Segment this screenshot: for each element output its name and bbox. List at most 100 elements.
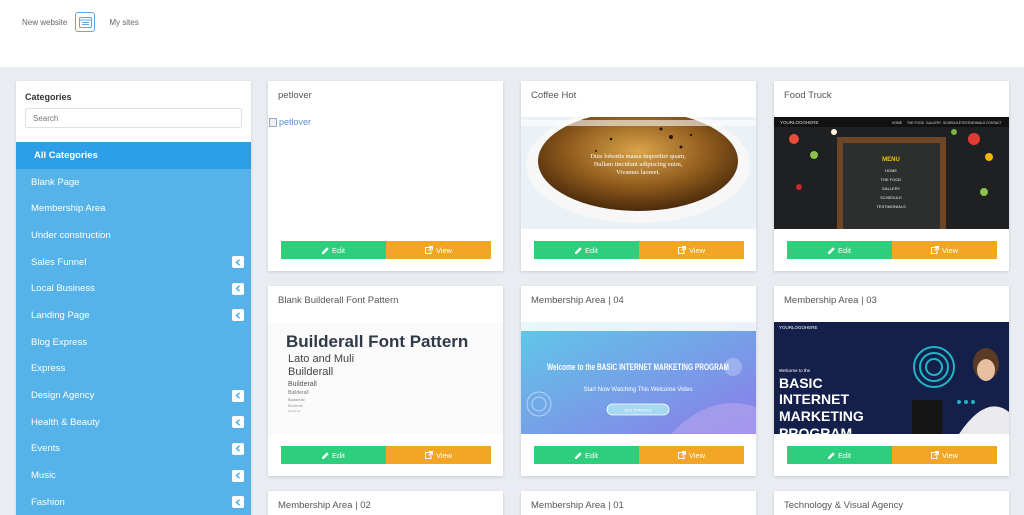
- thumb-heading: Welcome to the BASIC INTERNET MARKETING …: [547, 362, 729, 373]
- chevron-left-icon[interactable]: [232, 496, 244, 509]
- thumb-nav-item: CONTACT: [986, 121, 1002, 125]
- chevron-left-icon[interactable]: [232, 282, 244, 295]
- template-thumbnail[interactable]: Duis lobortis massa imperdiet quam, Null…: [521, 117, 756, 229]
- category-item[interactable]: Blank Page: [16, 169, 251, 196]
- thumb-line: Builderall: [288, 409, 301, 413]
- thumb-nav-item: SCHEDULE: [943, 121, 962, 125]
- chevron-left-icon[interactable]: [232, 442, 244, 455]
- template-card: Food Truck YOURLOGOHERE HOME THE FOOD GA…: [774, 81, 1009, 271]
- template-card: Membership Area | 01: [521, 491, 756, 515]
- thumb-line: Lato and Muli: [288, 353, 354, 365]
- template-title: Membership Area | 01: [531, 500, 624, 511]
- new-website-link[interactable]: New website: [22, 18, 67, 27]
- thumb-text-line: Duis lobortis massa imperdiet quam,: [590, 153, 686, 160]
- category-label: Landing Page: [31, 309, 90, 321]
- my-sites-link[interactable]: My sites: [109, 18, 138, 27]
- template-thumbnail[interactable]: YOURLOGOHERE HOME THE FOOD GALLERY SCHED…: [774, 117, 1009, 229]
- chevron-left-icon[interactable]: [232, 469, 244, 482]
- category-search-input[interactable]: [25, 108, 242, 128]
- thumb-subheading: Start Now Watching This Welcome Video: [583, 387, 693, 393]
- thumb-menu-item: TESTIMONIALS: [876, 204, 906, 209]
- template-thumbnail[interactable]: Welcome to the BASIC INTERNET MARKETING …: [521, 322, 756, 434]
- browser-window-icon[interactable]: [75, 12, 96, 32]
- template-thumbnail[interactable]: YOURLOGOHERE Welcome to the BASIC INTERN…: [774, 322, 1009, 434]
- template-card: Blank Builderall Font Pattern Builderall…: [268, 286, 503, 476]
- category-label: Fashion: [31, 496, 65, 508]
- template-title: Membership Area | 03: [784, 295, 877, 306]
- category-item[interactable]: Landing Page: [16, 302, 251, 329]
- thumb-menu-item: SCHEDULE: [880, 195, 902, 200]
- template-title: Blank Builderall Font Pattern: [278, 295, 399, 306]
- category-item[interactable]: Sales Funnel: [16, 249, 251, 276]
- edit-button[interactable]: Edit: [281, 446, 386, 464]
- category-list: All Categories Blank Page Membership Area U…: [16, 142, 251, 515]
- category-item[interactable]: Local Business: [16, 275, 251, 302]
- template-card: Technology & Visual Agency: [774, 491, 1009, 515]
- category-item[interactable]: Fashion: [16, 489, 251, 515]
- edit-button[interactable]: Edit: [534, 446, 639, 464]
- view-button[interactable]: View: [639, 446, 744, 464]
- template-title: Membership Area | 02: [278, 500, 371, 511]
- thumb-logo-text: YOURLOGOHERE: [780, 120, 819, 125]
- thumb-heading-line: INTERNET: [779, 391, 849, 407]
- thumb-line: Builderall: [288, 397, 305, 402]
- category-item[interactable]: All Categories: [16, 142, 251, 169]
- chevron-left-icon[interactable]: [232, 416, 244, 429]
- category-item[interactable]: Membership Area: [16, 195, 251, 222]
- view-button[interactable]: View: [892, 446, 997, 464]
- thumb-heading-line: MARKETING: [779, 408, 864, 424]
- category-item[interactable]: Blog Express: [16, 329, 251, 356]
- pencil-icon: [322, 451, 329, 459]
- top-nav: New website My sites: [22, 12, 139, 32]
- thumb-nav-item: THE FOOD: [907, 121, 925, 125]
- template-title: Food Truck: [784, 90, 832, 101]
- thumb-line: Builderall: [288, 404, 303, 408]
- template-card: Membership Area | 02: [268, 491, 503, 515]
- category-label: Blank Page: [31, 176, 80, 188]
- top-bar: New website My sites: [0, 0, 1024, 68]
- view-button[interactable]: View: [639, 241, 744, 259]
- food-truck-thumbnail-graphic: YOURLOGOHERE HOME THE FOOD GALLERY SCHED…: [774, 117, 1009, 229]
- pencil-icon: [828, 246, 835, 254]
- edit-button[interactable]: Edit: [534, 241, 639, 259]
- chevron-left-icon[interactable]: [232, 256, 244, 269]
- thumb-menu-item: HOME: [885, 168, 897, 173]
- edit-button[interactable]: Edit: [787, 241, 892, 259]
- category-item[interactable]: Events: [16, 436, 251, 463]
- membership-03-thumbnail-graphic: YOURLOGOHERE Welcome to the BASIC INTERN…: [774, 322, 1009, 434]
- pencil-icon: [575, 246, 582, 254]
- category-label: All Categories: [34, 149, 98, 161]
- thumb-heading: Builderall Font Pattern: [286, 332, 468, 351]
- view-button[interactable]: View: [892, 241, 997, 259]
- category-item[interactable]: Express: [16, 356, 251, 383]
- membership-04-thumbnail-graphic: Welcome to the BASIC INTERNET MARKETING …: [521, 322, 756, 434]
- chevron-left-icon[interactable]: [232, 309, 244, 322]
- thumb-menu-item: GALLERY: [882, 186, 901, 191]
- chevron-left-icon[interactable]: [232, 389, 244, 402]
- template-title: Coffee Hot: [531, 90, 577, 101]
- category-label: Blog Express: [31, 336, 87, 348]
- thumb-text-line: Nullam tincidunt adipiscing enim,: [594, 161, 683, 168]
- edit-button[interactable]: Edit: [787, 446, 892, 464]
- template-thumbnail[interactable]: Builderall Font Pattern Lato and Muli Bu…: [268, 322, 503, 434]
- font-pattern-thumbnail-graphic: Builderall Font Pattern Lato and Muli Bu…: [268, 322, 503, 434]
- category-item[interactable]: Music: [16, 462, 251, 489]
- category-item[interactable]: Design Agency: [16, 382, 251, 409]
- thumb-small-text: Welcome to the: [779, 368, 811, 373]
- category-item[interactable]: Health & Beauty: [16, 409, 251, 436]
- categories-title: Categories: [25, 92, 72, 102]
- category-label: Events: [31, 443, 61, 455]
- category-label: Design Agency: [31, 390, 95, 402]
- template-card: Membership Area | 04 Welcome to the BASI…: [521, 286, 756, 476]
- external-link-icon: [424, 246, 433, 254]
- edit-button[interactable]: Edit: [281, 241, 386, 259]
- template-thumbnail[interactable]: petlover: [268, 117, 503, 229]
- category-label: Express: [31, 363, 66, 375]
- template-title: Technology & Visual Agency: [784, 500, 904, 511]
- thumb-menu-title: MENU: [882, 157, 900, 163]
- view-button[interactable]: View: [386, 241, 491, 259]
- category-item[interactable]: Under construction: [16, 222, 251, 249]
- category-label: Under construction: [31, 229, 111, 241]
- thumb-text-line: Vivamus laoreet.: [616, 169, 660, 176]
- view-button[interactable]: View: [386, 446, 491, 464]
